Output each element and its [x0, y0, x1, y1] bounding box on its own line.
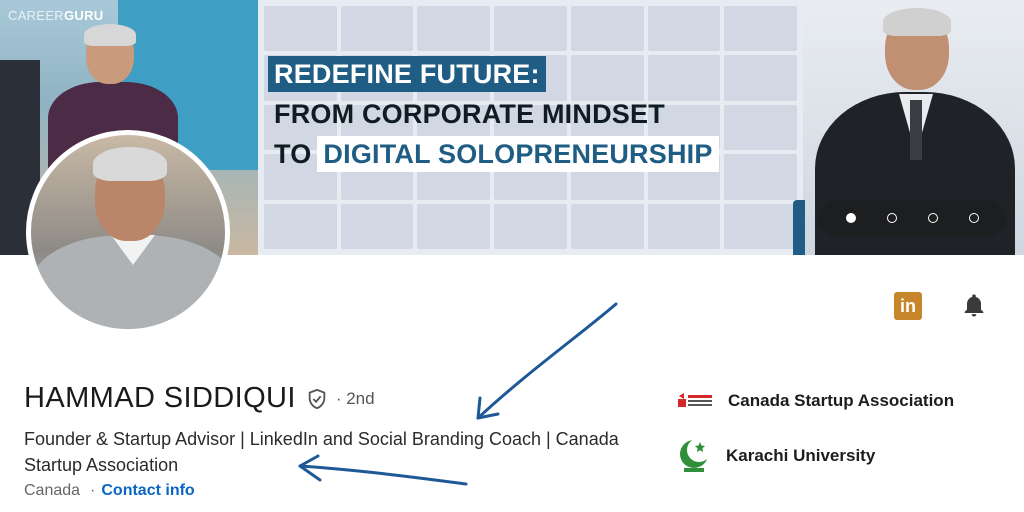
video-tile [417, 6, 491, 52]
video-tile [264, 203, 337, 249]
contact-info-link[interactable]: Contact info [101, 482, 194, 499]
location-row: Canada · Contact info [24, 482, 195, 500]
carousel-dot-3[interactable] [927, 213, 938, 223]
headline-line-3-prefix: TO [274, 139, 312, 169]
brand-logo: CAREERGURU [8, 8, 103, 23]
video-tile [264, 6, 337, 52]
carousel-dot-4[interactable] [968, 213, 979, 223]
headline-line-3-highlight: DIGITAL SOLOPRENEURSHIP [317, 136, 719, 172]
annotation-arrowhead-1 [476, 396, 500, 420]
video-tile [724, 154, 797, 200]
profile-name: HAMMAD SIDDIQUI [24, 382, 296, 414]
location-separator: · [90, 482, 96, 499]
video-tile [494, 203, 567, 249]
linkedin-icon-label: in [900, 295, 916, 316]
headline-line-1: REDEFINE FUTURE: [268, 56, 546, 92]
banner-carousel-dots[interactable] [818, 200, 1006, 236]
video-tile [647, 203, 721, 249]
shield-check-icon[interactable] [306, 387, 328, 411]
linkedin-icon[interactable]: in [894, 292, 922, 320]
profile-headline: Founder & Startup Advisor | LinkedIn and… [24, 429, 619, 475]
profile-name-row: HAMMAD SIDDIQUI · 2nd [24, 382, 375, 415]
connection-degree: · 2nd [335, 388, 375, 408]
video-tile [724, 203, 797, 249]
video-tile [570, 6, 644, 52]
video-tile [417, 203, 491, 249]
canada-startup-association-logo [678, 393, 712, 407]
brand-word-2: GURU [63, 8, 104, 23]
org-karachi-university[interactable]: Karachi University [676, 436, 875, 476]
video-tile [724, 55, 797, 101]
video-tile [647, 6, 721, 52]
org1-name: Canada Startup Association [728, 391, 955, 410]
video-tile [724, 104, 797, 151]
bell-icon[interactable] [960, 292, 988, 320]
video-tile [340, 6, 414, 52]
brand-word-1: CAREER [8, 8, 64, 23]
video-tile [570, 203, 644, 249]
org-canada-startup-association[interactable]: Canada Startup Association [676, 390, 954, 412]
carousel-dot-2[interactable] [886, 213, 897, 223]
annotation-arrow-1 [476, 302, 618, 420]
banner-headline: REDEFINE FUTURE: FROM CORPORATE MINDSET … [268, 56, 719, 176]
karachi-university-crescent-logo [680, 438, 711, 472]
video-tile [724, 6, 797, 52]
video-tile [494, 6, 567, 52]
profile-location: Canada [24, 482, 81, 499]
video-tile [340, 203, 414, 249]
headline-line-2: FROM CORPORATE MINDSET [274, 99, 665, 129]
banner-accent-block [793, 200, 805, 255]
carousel-dot-1[interactable] [845, 213, 856, 223]
org2-name: Karachi University [726, 446, 876, 465]
profile-avatar[interactable] [26, 130, 230, 334]
